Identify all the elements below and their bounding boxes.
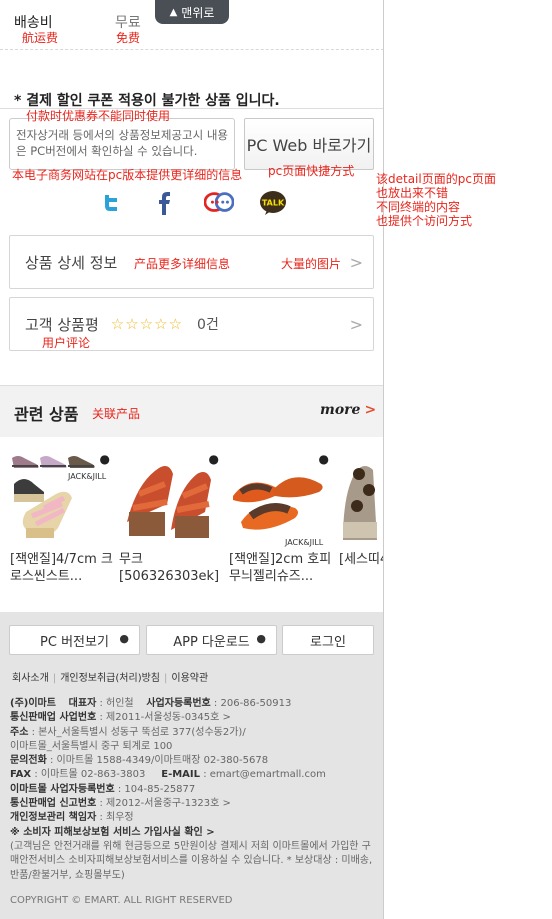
divider: | <box>52 673 57 684</box>
app-download-button[interactable]: APP 다운로드 ● <box>146 625 277 655</box>
product-image: ● <box>119 450 219 545</box>
related-title: 관련 상품 <box>14 405 79 424</box>
product-card[interactable]: [세스띠4cm (... <box>339 450 383 585</box>
twitter-icon[interactable] <box>96 188 126 218</box>
chevron-right-icon: > <box>349 315 363 334</box>
biz-no-value: 206-86-50913 <box>220 698 292 709</box>
privacy-officer-label: 개인정보관리 책임자 <box>10 812 97 824</box>
annotation-pc-info: 本电子商务网站在pc版本提供更详细的信息 <box>12 168 243 182</box>
footer-links: 회사소개 | 개인정보취급(처리)방침 | 이용약관 <box>12 669 208 684</box>
pc-version-label: PC 버전보기 <box>40 634 109 650</box>
to-top-label: 맨위로 <box>181 5 215 20</box>
mobile-page: 배송비 무료 ▲ 맨위로 * 결제 할인 쿠폰 적용이 불가한 상품 입니다. … <box>0 0 384 919</box>
email-value: emart@emartmall.com <box>209 769 326 781</box>
company-info: (주)이마트 대표자 : 허인철 사업자등록번호 : 206-86-50913 … <box>10 697 380 883</box>
annotation-detail: 产品更多详细信息 <box>134 257 231 271</box>
contact-label: 문의전화 <box>10 755 47 767</box>
insurance-link[interactable]: ※ 소비자 피해보상보험 서비스 가입사실 확인 > <box>10 827 215 838</box>
app-download-label: APP 다운로드 <box>173 634 250 650</box>
brand-label: JACK&JILL <box>68 472 107 481</box>
product-detail-label: 상품 상세 정보 <box>25 253 118 272</box>
more-link[interactable]: more > <box>320 402 376 418</box>
copyright: COPYRIGHT © EMART. ALL RIGHT RESERVED <box>10 895 233 906</box>
rating-stars: ☆☆☆☆☆ <box>110 315 184 333</box>
kakaotalk-label: TALK <box>262 199 285 208</box>
annotation-side-4: 也提供个访问方式 <box>376 214 473 228</box>
company-name: (주)이마트 <box>10 698 56 709</box>
pc-version-button[interactable]: PC 버전보기 ● <box>9 625 140 655</box>
fax-label: FAX <box>10 769 32 781</box>
product-image: JACK&JILL ● <box>229 450 329 547</box>
brand-label: JACK&JILL <box>285 538 324 547</box>
product-card[interactable]: JACK&JILL ● [잭앤질]2cm 호피무늬젤리슈즈... <box>229 450 333 585</box>
login-button[interactable]: 로그인 <box>282 625 374 655</box>
company-intro-link[interactable]: 회사소개 <box>12 669 49 684</box>
insurance-note: (고객님은 안전거래를 위해 현금등으로 5만원이상 결제시 저희 이마트몰에서… <box>10 840 373 881</box>
chevron-right-icon: > <box>364 402 377 418</box>
product-image: JACK&JILL ● <box>10 450 110 545</box>
ceo-label: 대표자 <box>68 698 97 709</box>
me2day-icon[interactable] <box>204 188 234 218</box>
product-name: [세스띠4cm (... <box>339 552 383 567</box>
divider: | <box>164 673 168 684</box>
annotation-side-note: 该detail页面的pc页面 也放出来不错 不同终端的内容 也提供个访问方式 <box>376 172 496 228</box>
annotation-images: 大量的图片 <box>281 257 342 271</box>
product-card[interactable]: ● 무크 [506326303ek] ... <box>119 450 223 585</box>
dot-icon: ● <box>208 452 219 466</box>
pc-info-box: 전자상거래 등에서의 상품정보제공고시 내용은 PC버전에서 확인하실 수 있습… <box>9 118 235 170</box>
annotation-pc-shortcut: pc页面快捷方式 <box>268 164 355 178</box>
fax-value: 이마트몰 02-863-3803 <box>40 769 146 781</box>
email-label: E-MAIL <box>161 769 201 781</box>
dot-icon: ● <box>318 452 329 466</box>
privacy-policy-link[interactable]: 개인정보취급(처리)방침 <box>60 669 160 684</box>
chevron-up-icon: ▲ <box>169 6 178 18</box>
annotation-shipping: 航运费 <box>22 31 59 45</box>
to-top-button[interactable]: ▲ 맨위로 <box>155 0 229 24</box>
address-line-1: 본사_서울특별시 성동구 뚝섬로 377(성수동2가)/ <box>38 726 246 738</box>
telecom-value[interactable]: 제2011-서울성동-0345호 > <box>106 712 231 723</box>
product-card[interactable]: JACK&JILL ● [잭앤질]4/7cm 크로스씬스트... <box>10 450 114 585</box>
dot-icon: ● <box>119 632 129 645</box>
annotation-related: 关联产品 <box>92 407 141 421</box>
product-name: [잭앤질]4/7cm 크로스씬스트... <box>10 552 113 584</box>
mall-biz-value: 104-85-25877 <box>124 783 196 795</box>
chevron-right-icon: > <box>349 253 363 272</box>
dot-icon: ● <box>256 632 266 645</box>
annotation-side-2: 也放出来不错 <box>376 186 449 200</box>
contact-value: 이마트몰 1588-4349/이마트매장 02-380-5678 <box>56 755 269 767</box>
annotation-coupon: 付款时优惠券不能同时使用 <box>26 109 171 123</box>
product-name: 무크 [506326303ek] ... <box>119 552 220 584</box>
ceo-value: 허인철 <box>106 698 134 709</box>
more-label: more <box>320 402 361 418</box>
annotation-free: 免费 <box>116 31 141 45</box>
review-count: 0건 <box>197 317 219 333</box>
report-value[interactable]: 제2012-서울중구-1323호 > <box>106 798 231 809</box>
dot-icon: ● <box>99 452 110 466</box>
product-image <box>339 450 383 545</box>
privacy-officer-value: 최우정 <box>106 812 134 824</box>
mall-biz-label: 이마트몰 사업자등록번호 <box>10 783 115 795</box>
annotation-reviews: 用户评论 <box>42 336 91 350</box>
product-name: [잭앤질]2cm 호피무늬젤리슈즈... <box>229 552 332 584</box>
annotation-side-3: 不同终端的内容 <box>376 200 461 214</box>
report-label: 통신판매업 신고번호 <box>10 798 97 810</box>
terms-link[interactable]: 이용약관 <box>171 669 208 684</box>
facebook-icon[interactable] <box>150 188 180 218</box>
biz-no-label: 사업자등록번호 <box>146 698 211 709</box>
customer-review-label: 고객 상품평 <box>25 315 99 334</box>
address-line-2: 이마트몰_서울특별시 중구 퇴계로 100 <box>10 740 173 752</box>
address-label: 주소 <box>10 726 29 738</box>
kakaotalk-icon[interactable]: TALK <box>258 188 288 218</box>
telecom-label: 통신판매업 사업번호 <box>10 712 97 724</box>
annotation-side-1: 该detail页面的pc页面 <box>376 172 496 186</box>
